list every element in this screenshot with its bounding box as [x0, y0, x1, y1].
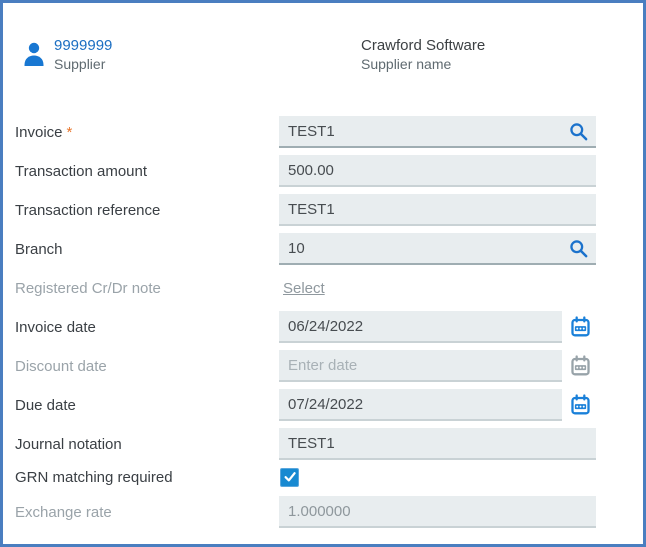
search-icon[interactable]	[562, 115, 594, 147]
invoice-input[interactable]: TEST1	[279, 116, 596, 148]
person-icon	[23, 41, 45, 67]
discount-date-input[interactable]: Enter date	[279, 350, 562, 382]
supplier-name-caption: Supplier name	[361, 56, 452, 72]
supplier-name-value: Crawford Software	[361, 37, 486, 54]
invoice-form: Invoice * TEST1 Transaction amount 500.0…	[3, 116, 643, 535]
discount-date-label: Discount date	[15, 357, 107, 375]
calendar-icon[interactable]	[564, 350, 596, 382]
branch-input[interactable]: 10	[279, 233, 596, 265]
supplier-invoice-panel: 9999999 Supplier Crawford Software Suppl…	[0, 0, 646, 547]
invoice-date-input[interactable]: 06/24/2022	[279, 311, 562, 343]
grn-matching-row: GRN matching required	[3, 467, 643, 487]
grn-matching-checkbox[interactable]	[280, 467, 299, 487]
registered-crdr-note-label: Registered Cr/Dr note	[15, 279, 161, 297]
transaction-amount-input[interactable]: 500.00	[279, 155, 596, 187]
supplier-code-caption: Supplier	[54, 56, 106, 72]
journal-notation-input[interactable]: TEST1	[279, 428, 596, 460]
transaction-reference-row: Transaction reference TEST1	[3, 194, 643, 226]
invoice-label: Invoice *	[15, 123, 73, 141]
transaction-reference-input[interactable]: TEST1	[279, 194, 596, 226]
journal-notation-label: Journal notation	[15, 435, 122, 453]
exchange-rate-label: Exchange rate	[15, 503, 112, 521]
discount-date-row: Discount date Enter date	[3, 350, 643, 382]
invoice-row: Invoice * TEST1	[3, 116, 643, 148]
exchange-rate-input: 1.000000	[279, 496, 596, 528]
journal-notation-row: Journal notation TEST1	[3, 428, 643, 460]
transaction-reference-label: Transaction reference	[15, 201, 161, 219]
search-icon[interactable]	[562, 232, 594, 264]
select-link[interactable]: Select	[283, 280, 325, 297]
supplier-name-block: Crawford Software Supplier name	[361, 36, 485, 73]
supplier-code-link[interactable]: 9999999	[54, 36, 112, 55]
branch-row: Branch 10	[3, 233, 643, 265]
branch-label: Branch	[15, 240, 63, 258]
calendar-icon[interactable]	[564, 389, 596, 421]
supplier-header: 9999999 Supplier	[23, 36, 112, 73]
due-date-row: Due date 07/24/2022	[3, 389, 643, 421]
invoice-date-row: Invoice date 06/24/2022	[3, 311, 643, 343]
required-asterisk: *	[66, 123, 73, 141]
invoice-date-label: Invoice date	[15, 318, 96, 336]
transaction-amount-label: Transaction amount	[15, 162, 148, 180]
calendar-icon[interactable]	[564, 311, 596, 343]
due-date-label: Due date	[15, 396, 76, 414]
registered-crdr-note-row: Registered Cr/Dr note Select	[3, 272, 643, 304]
transaction-amount-row: Transaction amount 500.00	[3, 155, 643, 187]
exchange-rate-row: Exchange rate 1.000000	[3, 496, 643, 528]
due-date-input[interactable]: 07/24/2022	[279, 389, 562, 421]
grn-matching-label: GRN matching required	[15, 468, 173, 486]
